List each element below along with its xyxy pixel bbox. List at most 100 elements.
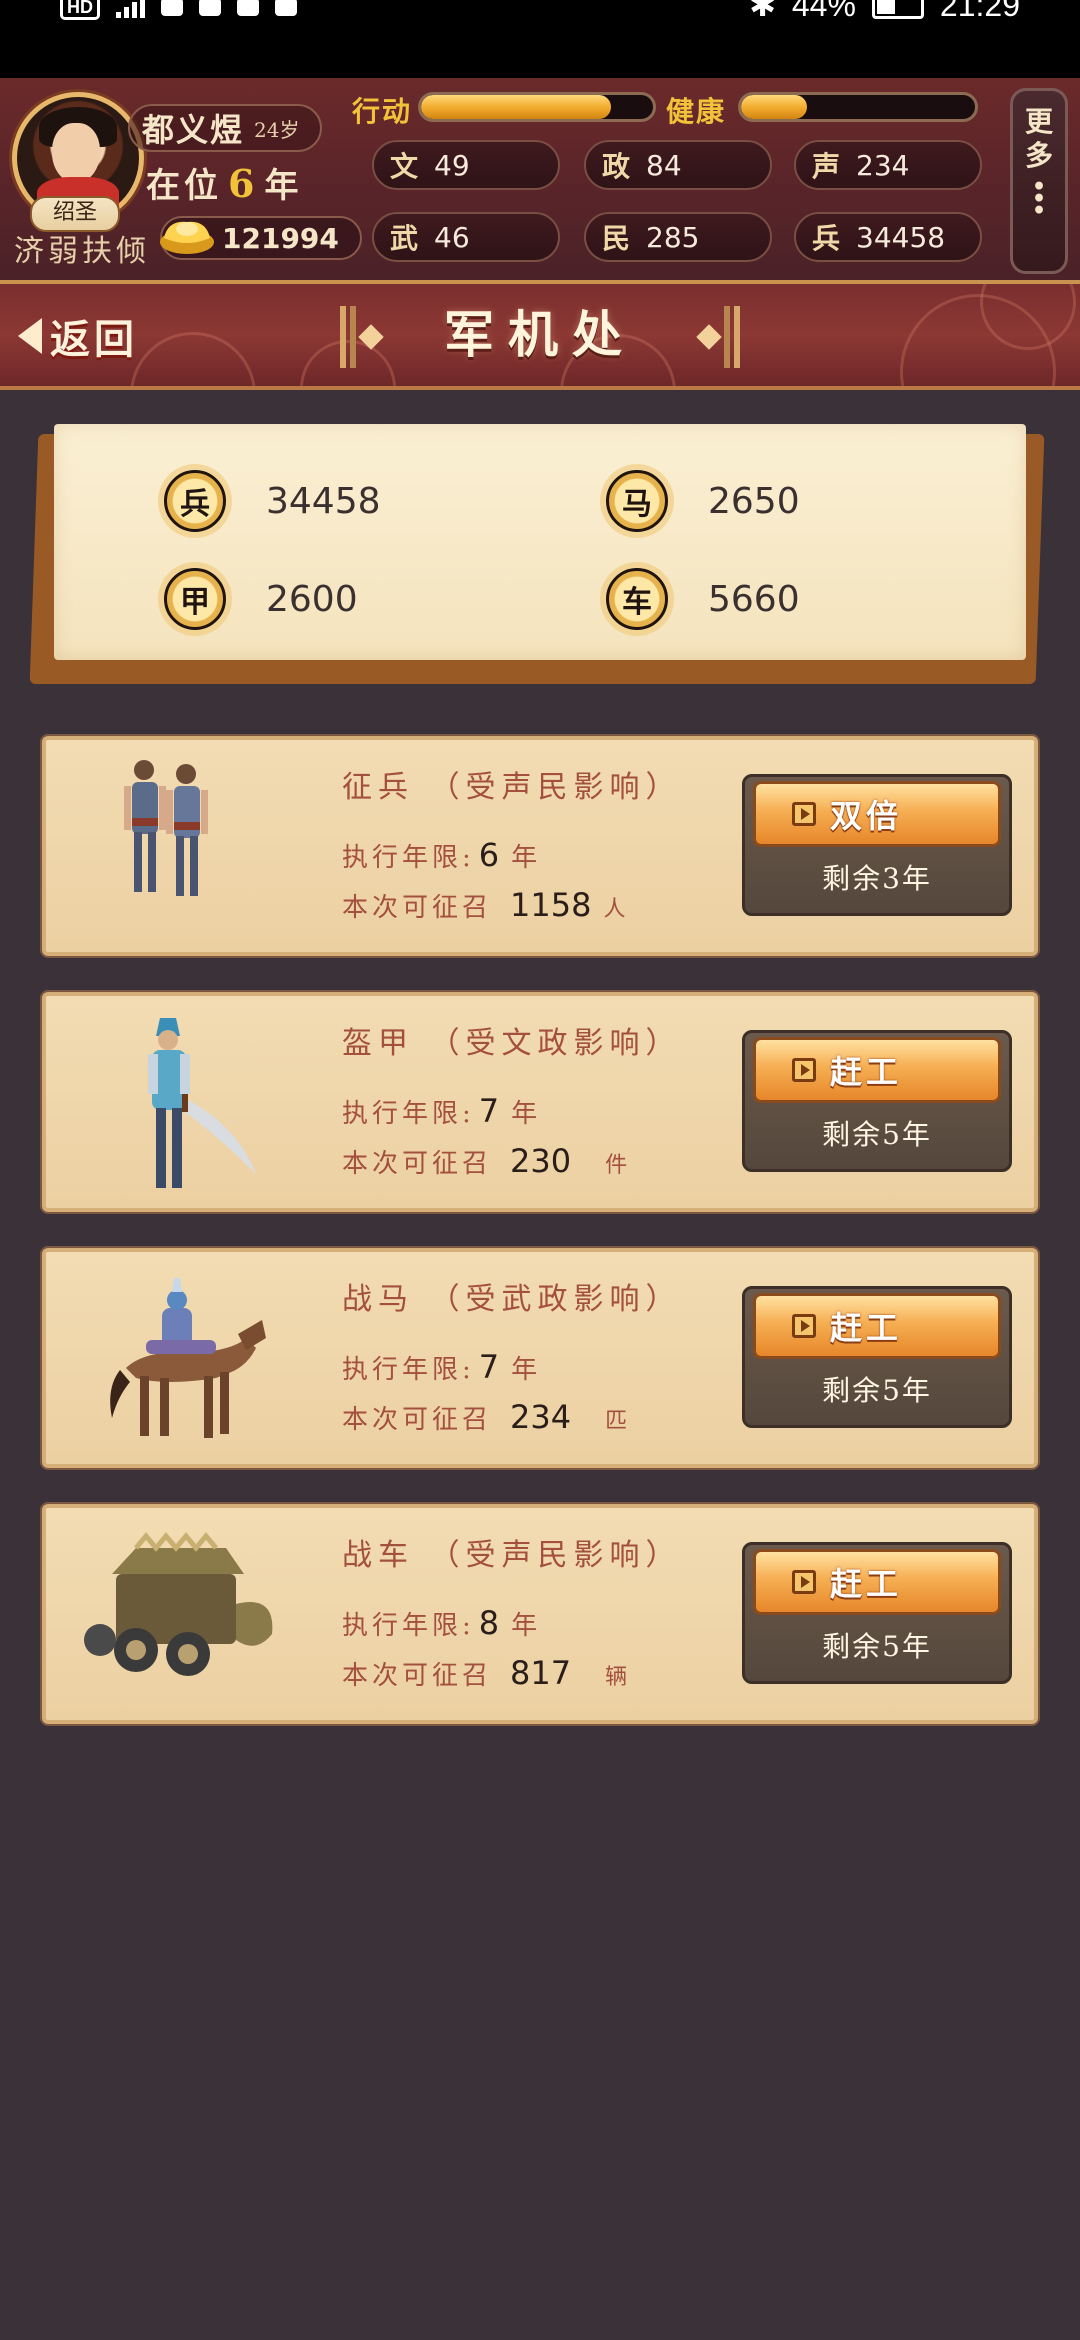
- years-value: 8: [478, 1604, 500, 1642]
- amount-unit: 人: [603, 897, 630, 922]
- recruit-row-armor: 盔甲 （受文政影响） 执行年限: 7 年 本次可征召 230 件 赶工 剩余5年: [42, 992, 1038, 1212]
- horse-resource-icon: 马: [606, 470, 668, 532]
- penguin-icon: [275, 0, 297, 16]
- years-value: 7: [478, 1092, 500, 1130]
- stat-key: 兵: [811, 222, 840, 255]
- stat-sheng[interactable]: 声 234: [794, 140, 982, 190]
- resource-chariots: 车 5660: [606, 564, 800, 634]
- recruit-years: 执行年限: 8 年: [342, 1604, 541, 1642]
- stat-wu[interactable]: 武 46: [372, 212, 560, 262]
- video-ad-icon: [792, 1058, 816, 1082]
- action-bar-fill: [421, 95, 612, 119]
- more-button[interactable]: 更 多 • • •: [1010, 88, 1068, 274]
- stat-bing[interactable]: 兵 34458: [794, 212, 982, 262]
- years-unit: 年: [511, 1099, 542, 1129]
- bluetooth-icon: ✱: [749, 0, 776, 23]
- stat-wen[interactable]: 文 49: [372, 140, 560, 190]
- resource-armor: 甲 2600: [164, 564, 358, 634]
- cavalry-illustration: [110, 1278, 266, 1438]
- stat-value: 234: [856, 148, 910, 182]
- recruit-influence: （受声民影响）: [429, 770, 682, 805]
- chariot-resource-icon: 车: [606, 568, 668, 630]
- more-dots-icon: • • •: [1031, 174, 1047, 224]
- recruit-amount: 本次可征召 817 辆: [342, 1654, 631, 1692]
- clock: 21:29: [939, 0, 1020, 23]
- armored-soldier-illustration: [148, 1018, 256, 1188]
- hd-icon: HD: [60, 0, 100, 20]
- page-title: 军机处: [444, 305, 636, 364]
- remaining-years: 剩余3年: [822, 862, 932, 895]
- health-label: 健康: [666, 95, 727, 128]
- rush-button[interactable]: 赶工: [753, 1293, 1001, 1359]
- gold-ingot-icon: [160, 221, 214, 254]
- health-bar-fill: [741, 95, 807, 119]
- back-arrow-icon: [18, 318, 42, 354]
- resource-horses: 马 2650: [606, 466, 800, 536]
- player-header: 绍圣 济弱扶倾 都义煜 24岁 在位 6 年 121994 行动 健康 文 49 政…: [0, 78, 1080, 284]
- resource-summary: 兵 34458 马 2650 甲 2600 车 5660: [29, 424, 1045, 686]
- recruit-amount: 本次可征召 234 匹: [342, 1398, 631, 1436]
- recruit-row-soldiers: 征兵 （受声民影响） 执行年限: 6 年 本次可征召 1158 人 双倍 剩余3年: [42, 736, 1038, 956]
- stat-key: 民: [601, 222, 630, 255]
- reign-number: 6: [228, 161, 259, 206]
- recruit-influence: （受声民影响）: [429, 1538, 682, 1573]
- recruit-title: 征兵 （受声民影响）: [342, 762, 682, 806]
- recruit-action-box: 赶工 剩余5年: [742, 1542, 1012, 1684]
- gold-counter[interactable]: 121994: [160, 216, 362, 260]
- status-icons-right: ✱ 44% 21:29: [749, 0, 1020, 23]
- shield-icon: [237, 0, 259, 16]
- stat-key: 武: [389, 222, 418, 255]
- amount-value: 1158: [510, 886, 592, 924]
- title-banner: 返回 军机处: [0, 284, 1080, 390]
- action-label: 行动: [352, 95, 413, 128]
- years-value: 7: [478, 1348, 500, 1386]
- amount-unit: 件: [605, 1153, 632, 1178]
- recruit-label: 本次可征召: [342, 1149, 493, 1179]
- video-ad-icon: [792, 1314, 816, 1338]
- resource-value: 5660: [708, 578, 800, 620]
- more-label-2: 多: [1024, 139, 1053, 172]
- stat-min[interactable]: 民 285: [584, 212, 772, 262]
- recruit-amount: 本次可征召 1158 人: [342, 886, 629, 924]
- recruit-row-chariots: 战车 （受声民影响） 执行年限: 8 年 本次可征召 817 辆 赶工 剩余5年: [42, 1504, 1038, 1724]
- back-button[interactable]: 返回: [18, 306, 138, 366]
- recruit-influence: （受武政影响）: [429, 1282, 682, 1317]
- remaining-years: 剩余5年: [822, 1374, 932, 1407]
- title-ornament-right: [696, 306, 740, 368]
- stat-value: 49: [434, 148, 470, 182]
- years-label: 执行年限:: [342, 1611, 475, 1641]
- years-label: 执行年限:: [342, 843, 475, 873]
- years-unit: 年: [511, 843, 542, 873]
- battery-percent: 44%: [791, 0, 856, 23]
- recruit-action-box: 赶工 剩余5年: [742, 1030, 1012, 1172]
- motto: 济弱扶倾: [14, 234, 150, 269]
- amount-value: 817: [510, 1654, 572, 1692]
- rush-button[interactable]: 赶工: [753, 1549, 1001, 1615]
- amount-unit: 辆: [605, 1665, 632, 1690]
- stat-value: 285: [646, 220, 700, 254]
- video-ad-icon: [792, 1570, 816, 1594]
- player-name-box: 都义煜 24岁: [128, 104, 322, 152]
- amount-unit: 匹: [605, 1409, 632, 1434]
- button-label: 赶工: [830, 1053, 903, 1091]
- recruit-title: 战车 （受声民影响）: [342, 1530, 682, 1574]
- recruit-label: 本次可征召: [342, 893, 493, 923]
- armor-resource-icon: 甲: [164, 568, 226, 630]
- stat-zheng[interactable]: 政 84: [584, 140, 772, 190]
- health-bar: [738, 92, 978, 122]
- years-unit: 年: [511, 1611, 542, 1641]
- resource-value: 34458: [266, 480, 381, 522]
- eye-icon: [199, 0, 221, 16]
- recruit-action-box: 双倍 剩余3年: [742, 774, 1012, 916]
- years-value: 6: [478, 836, 500, 874]
- rush-button[interactable]: 赶工: [753, 1037, 1001, 1103]
- status-bar: HD ✱ 44% 21:29: [0, 0, 1080, 78]
- recruit-label: 本次可征召: [342, 1661, 493, 1691]
- more-label-1: 更: [1024, 105, 1053, 138]
- signal-icon: [116, 0, 145, 18]
- recruit-amount: 本次可征召 230 件: [342, 1142, 631, 1180]
- remaining-years: 剩余5年: [822, 1630, 932, 1663]
- years-label: 执行年限:: [342, 1099, 475, 1129]
- reign-years: 在位 6 年: [146, 158, 302, 207]
- double-button[interactable]: 双倍: [753, 781, 1001, 847]
